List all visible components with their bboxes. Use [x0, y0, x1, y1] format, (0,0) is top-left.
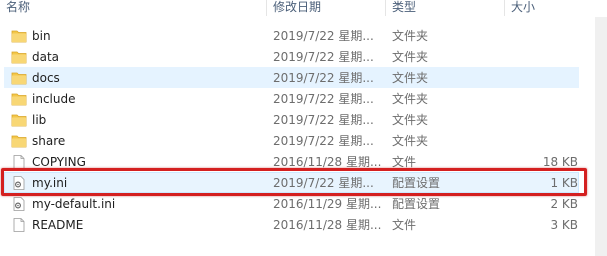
file-icon: [11, 218, 27, 232]
vertical-scrollbar[interactable]: [595, 17, 607, 256]
annotation-highlight-box: [1, 168, 587, 196]
config-file-icon: [11, 197, 27, 211]
folder-icon: [11, 134, 27, 148]
file-type: 文件: [392, 218, 417, 232]
file-row-lib[interactable]: lib 2019/7/22 星期... 文件夹: [4, 109, 579, 130]
column-header-type[interactable]: 类型: [385, 0, 504, 16]
file-size: 2 KB: [550, 197, 578, 211]
file-date: 2019/7/22 星期...: [273, 134, 374, 148]
column-header-size[interactable]: 大小: [504, 0, 584, 16]
column-header-name[interactable]: 名称: [0, 0, 266, 16]
file-name: docs: [32, 71, 60, 85]
file-date: 2016/11/29 星期...: [273, 197, 382, 211]
file-row-docs[interactable]: docs 2019/7/22 星期... 文件夹: [4, 67, 579, 88]
file-type: 配置设置: [392, 197, 441, 211]
column-header-bar: 名称 修改日期 类型 大小: [0, 0, 607, 17]
file-type: 文件夹: [392, 29, 429, 43]
file-date: 2019/7/22 星期...: [273, 71, 374, 85]
file-row-bin[interactable]: bin 2019/7/22 星期... 文件夹: [4, 25, 579, 46]
file-type: 文件夹: [392, 92, 429, 106]
folder-icon: [11, 113, 27, 127]
file-row-share[interactable]: share 2019/7/22 星期... 文件夹: [4, 130, 579, 151]
file-name: share: [32, 134, 66, 148]
file-name: data: [32, 50, 60, 64]
file-size: 3 KB: [550, 218, 578, 232]
file-type: 文件夹: [392, 50, 429, 64]
file-type: 文件夹: [392, 134, 429, 148]
file-row-readme[interactable]: README 2016/11/28 星期... 文件 3 KB: [4, 214, 579, 235]
file-row-data[interactable]: data 2019/7/22 星期... 文件夹: [4, 46, 579, 67]
file-row-my-default-ini[interactable]: my-default.ini 2016/11/29 星期... 配置设置 2 KB: [4, 193, 579, 214]
folder-icon: [11, 92, 27, 106]
file-date: 2019/7/22 星期...: [273, 29, 374, 43]
file-icon: [11, 155, 27, 169]
file-name: my-default.ini: [32, 197, 116, 211]
folder-icon: [11, 29, 27, 43]
file-type: 文件夹: [392, 113, 429, 127]
folder-icon: [11, 50, 27, 64]
file-name: include: [32, 92, 76, 106]
column-header-date[interactable]: 修改日期: [266, 0, 385, 16]
file-date: 2016/11/28 星期...: [273, 218, 382, 232]
file-type: 文件夹: [392, 71, 429, 85]
file-name: bin: [32, 29, 51, 43]
file-date: 2019/7/22 星期...: [273, 50, 374, 64]
file-date: 2019/7/22 星期...: [273, 92, 374, 106]
file-name: lib: [32, 113, 47, 127]
file-date: 2019/7/22 星期...: [273, 113, 374, 127]
file-row-include[interactable]: include 2019/7/22 星期... 文件夹: [4, 88, 579, 109]
folder-icon: [11, 71, 27, 85]
file-name: README: [32, 218, 84, 232]
